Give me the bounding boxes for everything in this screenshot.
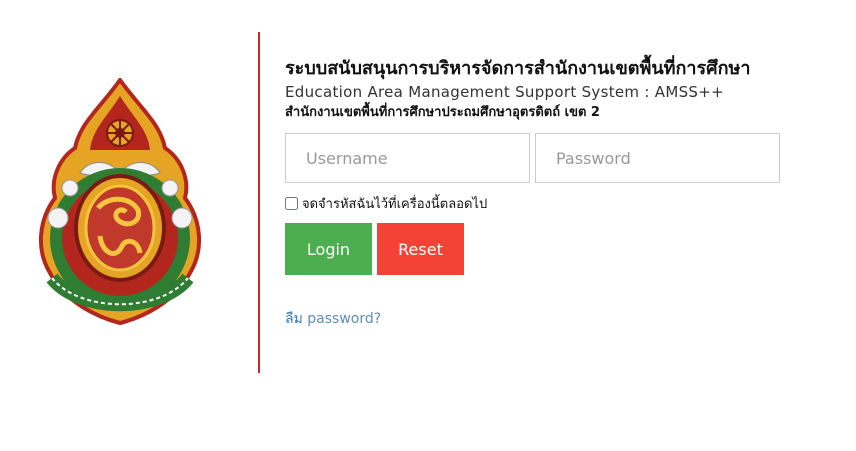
login-form: ระบบสนับสนุนการบริหารจัดการสำนักงานเขตพื… — [285, 56, 825, 330]
office-name: สำนักงานเขตพื้นที่การศึกษาประถมศึกษาอุตร… — [285, 105, 600, 120]
login-page: ระบบสนับสนุนการบริหารจัดการสำนักงานเขตพื… — [0, 0, 856, 451]
remember-me[interactable]: จดจำรหัสฉันไว้ที่เครื่องนี้ตลอดไป — [285, 194, 825, 212]
page-title: ระบบสนับสนุนการบริหารจัดการสำนักงานเขตพื… — [285, 58, 751, 79]
credentials-row — [285, 133, 825, 183]
remember-label: จดจำรหัสฉันไว้ที่เครื่องนี้ตลอดไป — [302, 196, 488, 212]
login-button[interactable]: Login — [285, 223, 372, 275]
remember-checkbox[interactable] — [285, 196, 298, 210]
forgot-prefix: ลืม — [285, 311, 303, 327]
password-input[interactable] — [535, 133, 780, 183]
forgot-password: ลืม password? — [285, 308, 825, 330]
reset-button[interactable]: Reset — [377, 223, 464, 275]
username-input[interactable] — [285, 133, 530, 183]
vertical-divider — [258, 32, 260, 373]
button-row: Login Reset — [285, 223, 825, 275]
obec-emblem-icon — [30, 76, 210, 328]
page-subtitle: Education Area Management Support System… — [285, 83, 724, 101]
forgot-password-link[interactable]: password? — [307, 311, 381, 327]
